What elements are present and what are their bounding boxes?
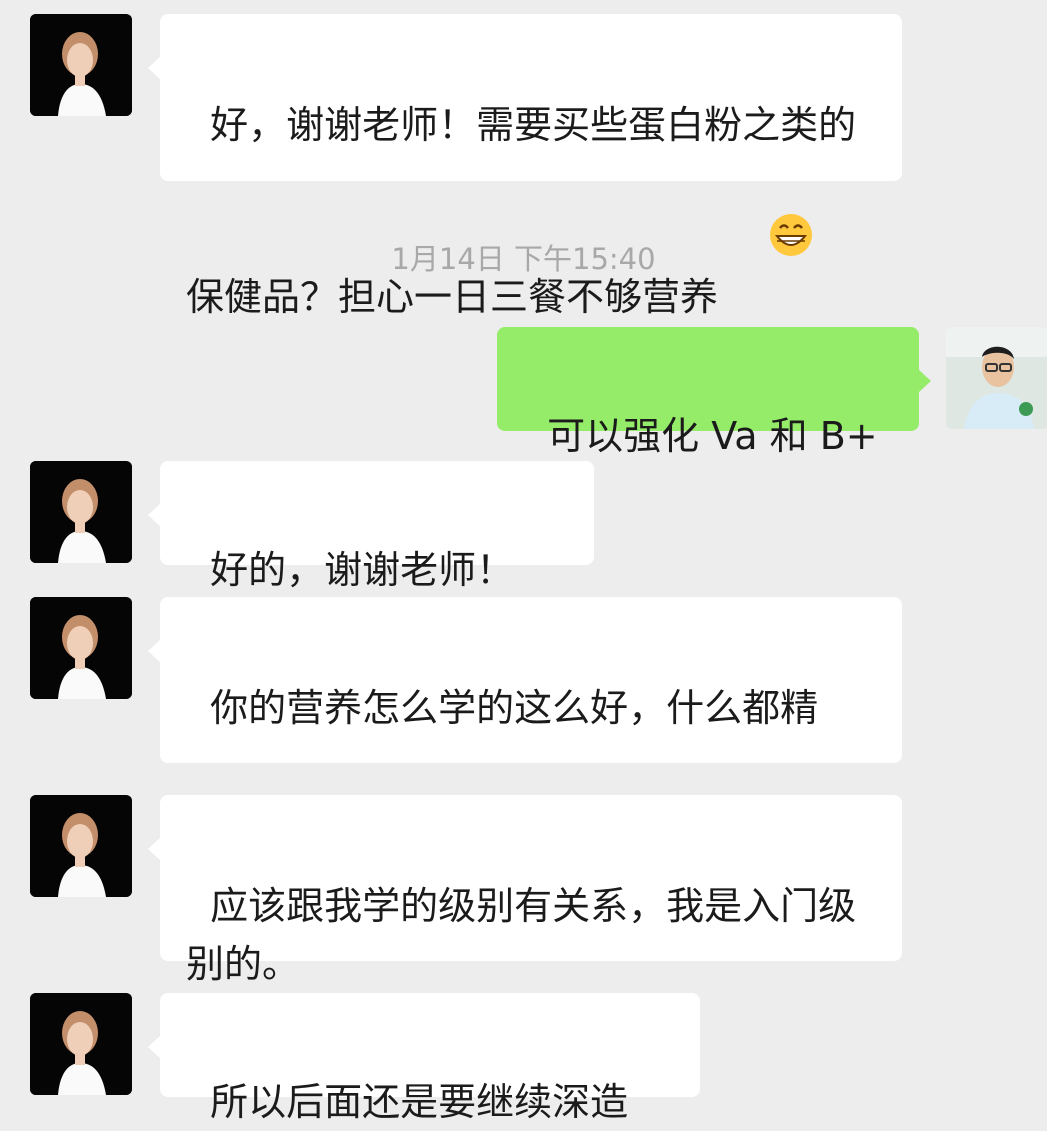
message-bubble[interactable]: 应该跟我学的级别有关系，我是入门级别的。 — [148, 795, 902, 986]
message-bubble-self[interactable]: 可以强化 Va 和 B+c — [497, 327, 931, 516]
message-text: 好的，谢谢老师！ — [210, 548, 515, 592]
woman-avatar-icon — [30, 993, 132, 1095]
woman-avatar-icon — [30, 795, 132, 897]
message-text: 所以后面还是要继续深造 — [210, 1080, 629, 1124]
woman-avatar-icon — [30, 461, 132, 563]
contact-avatar[interactable] — [30, 597, 132, 699]
woman-avatar-icon — [30, 597, 132, 699]
message-bubble[interactable]: 好，谢谢老师！需要买些蛋白粉之类的保健品？担心一日三餐不够营养 — [148, 14, 902, 319]
timestamp: 1月14日 下午15:40 — [391, 242, 656, 276]
woman-avatar-icon — [30, 14, 132, 116]
contact-avatar[interactable] — [30, 795, 132, 897]
contact-avatar[interactable] — [30, 14, 132, 116]
contact-avatar[interactable] — [30, 993, 132, 1095]
message-bubble[interactable]: 好的，谢谢老师！ — [148, 461, 594, 696]
man-avatar-icon — [946, 327, 1047, 429]
message-bubble[interactable]: 所以后面还是要继续深造 — [148, 993, 700, 1124]
self-avatar[interactable] — [946, 327, 1047, 429]
message-text: 应该跟我学的级别有关系，我是入门级别的。 — [186, 884, 857, 986]
contact-avatar[interactable] — [30, 461, 132, 563]
message-bubble[interactable]: 你的营养怎么学的这么好，什么都精通，我只是学了个皮毛 — [148, 597, 902, 902]
